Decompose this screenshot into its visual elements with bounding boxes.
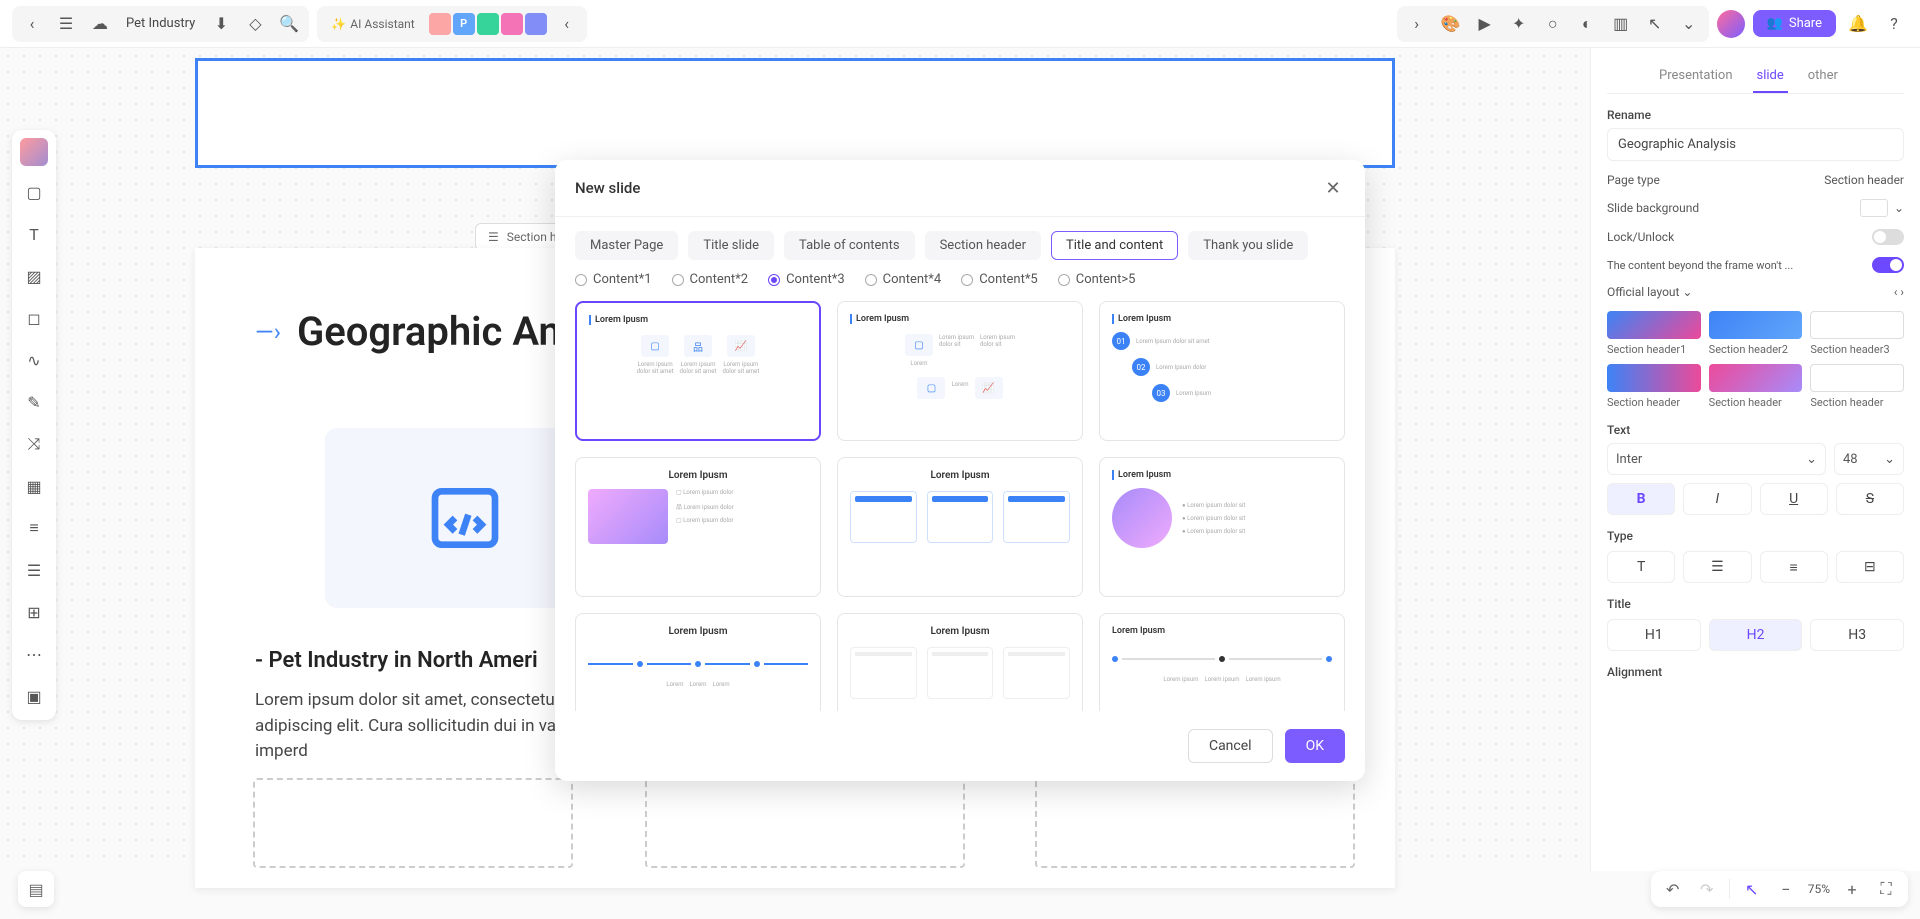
cat-section-header[interactable]: Section header bbox=[925, 231, 1041, 260]
new-slide-modal: New slide ✕ Master Page Title slide Tabl… bbox=[555, 160, 1365, 781]
cat-title-slide[interactable]: Title slide bbox=[688, 231, 774, 260]
category-row: Master Page Title slide Table of content… bbox=[575, 231, 1345, 260]
modal-title: New slide bbox=[575, 179, 640, 197]
radio-content-3[interactable]: Content*3 bbox=[768, 272, 845, 287]
template-item[interactable]: Lorem Ipusm bbox=[837, 457, 1083, 597]
template-item[interactable]: Lorem Ipusm bbox=[837, 613, 1083, 711]
radio-content-gt5[interactable]: Content>5 bbox=[1058, 272, 1136, 287]
template-item[interactable]: Lorem Ipusm Lorem ipsumLorem ipsumLorem … bbox=[1099, 613, 1345, 711]
cancel-button[interactable]: Cancel bbox=[1188, 729, 1273, 763]
template-item[interactable]: Lorem Ipusm ▢ Lorem ipsum dolor品 Lorem i… bbox=[575, 457, 821, 597]
template-grid: Lorem Ipusm ▢Lorem ipsumdolor sit amet 品… bbox=[575, 301, 1345, 711]
template-item[interactable]: Lorem Ipusm LoremLoremLorem bbox=[575, 613, 821, 711]
radio-content-2[interactable]: Content*2 bbox=[672, 272, 749, 287]
content-count-row: Content*1 Content*2 Content*3 Content*4 … bbox=[575, 272, 1345, 287]
template-item[interactable]: Lorem Ipusm ▢Lorem Lorem ipsumdolor sit … bbox=[837, 301, 1083, 441]
cat-toc[interactable]: Table of contents bbox=[784, 231, 915, 260]
template-item[interactable]: Lorem Ipusm 01Lorem Ipsum dolor sit amet… bbox=[1099, 301, 1345, 441]
cat-thank-you[interactable]: Thank you slide bbox=[1188, 231, 1308, 260]
radio-content-5[interactable]: Content*5 bbox=[961, 272, 1038, 287]
template-item[interactable]: Lorem Ipusm ▢Lorem ipsumdolor sit amet 品… bbox=[575, 301, 821, 441]
cat-title-content[interactable]: Title and content bbox=[1051, 231, 1178, 260]
radio-content-1[interactable]: Content*1 bbox=[575, 272, 652, 287]
ok-button[interactable]: OK bbox=[1285, 729, 1345, 763]
cat-master-page[interactable]: Master Page bbox=[575, 231, 678, 260]
close-icon[interactable]: ✕ bbox=[1321, 176, 1345, 200]
radio-content-4[interactable]: Content*4 bbox=[865, 272, 942, 287]
template-item[interactable]: Lorem Ipusm ● Lorem ipsum dolor sit● Lor… bbox=[1099, 457, 1345, 597]
